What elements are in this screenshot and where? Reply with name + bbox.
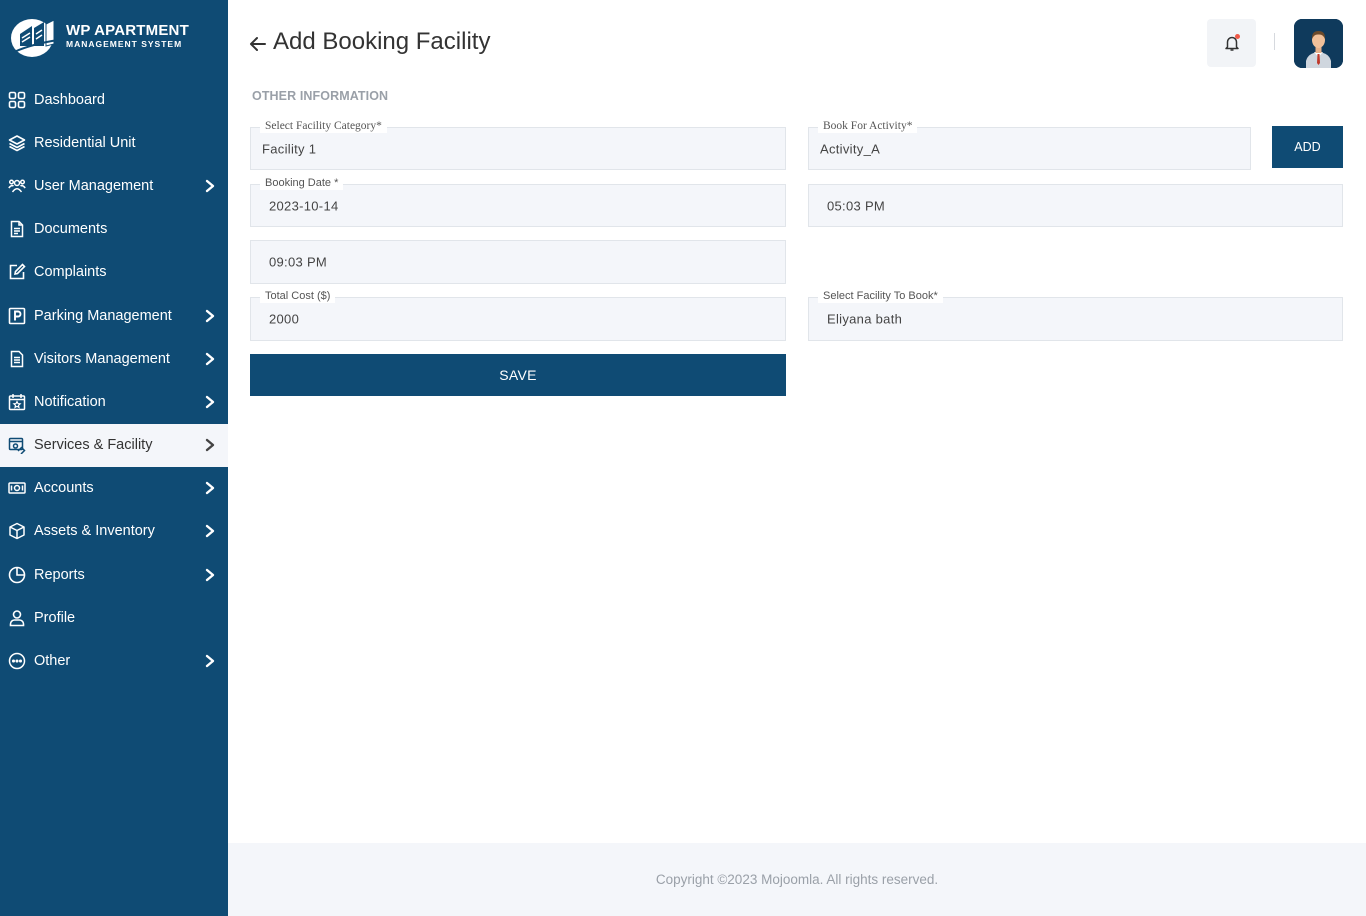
logo-title: WP APARTMENT — [66, 21, 189, 39]
logo-subtitle: MANAGEMENT SYSTEM — [66, 38, 183, 49]
facility-category-label: Select Facility Category* — [260, 119, 387, 133]
sidebar-item-parking-management[interactable]: Parking Management — [0, 294, 228, 337]
sidebar-item-label: Services & Facility — [34, 437, 153, 454]
sidebar-nav: Dashboard Residential Unit User Manageme… — [0, 78, 228, 683]
chevron-right-icon — [205, 438, 215, 452]
sidebar-item-assets-inventory[interactable]: Assets & Inventory — [0, 510, 228, 553]
facility-to-book-value: Eliyana bath — [827, 311, 903, 327]
facility-category-select[interactable]: Select Facility Category* Facility 1 — [250, 119, 786, 170]
chevron-right-icon — [205, 179, 215, 193]
user-avatar-icon — [1294, 19, 1343, 68]
sidebar-item-label: User Management — [34, 177, 154, 194]
app-logo[interactable]: WP APARTMENT MANAGEMENT SYSTEM — [10, 12, 220, 60]
sidebar-item-notification[interactable]: Notification — [0, 380, 228, 423]
clipboard-icon — [8, 350, 26, 368]
sidebar-item-label: Dashboard — [34, 91, 105, 108]
chevron-right-icon — [205, 525, 215, 538]
copyright-text: Copyright ©2023 Mojoomla. All rights res… — [655, 872, 939, 887]
sidebar-item-label: Notification — [34, 393, 106, 410]
sidebar-item-label: Profile — [34, 609, 76, 626]
notification-dot — [1235, 34, 1240, 39]
sidebar-item-label: Assets & Inventory — [34, 523, 155, 540]
sidebar-item-label: Visitors Management — [34, 350, 170, 367]
end-time-value: 09:03 PM — [269, 254, 328, 270]
layers-icon — [8, 134, 26, 152]
booking-date-value: 2023-10-14 — [269, 198, 339, 213]
facility-to-book-label: Select Facility To Book* — [818, 289, 943, 303]
grid-icon — [8, 91, 26, 109]
sidebar-item-label: Parking Management — [34, 307, 172, 324]
sidebar-item-label: Complaints — [34, 264, 107, 281]
more-icon — [8, 652, 26, 670]
sidebar-item-label: Documents — [34, 221, 108, 238]
activity-label: Book For Activity* — [818, 119, 918, 133]
sidebar-item-visitors-management[interactable]: Visitors Management — [0, 337, 228, 380]
chevron-right-icon — [205, 309, 215, 322]
services-icon — [8, 436, 26, 455]
sidebar-item-reports[interactable]: Reports — [0, 553, 228, 596]
document-icon — [8, 220, 26, 238]
end-time-field[interactable]: 09:03 PM — [250, 240, 786, 284]
sidebar-item-label: Other — [34, 653, 71, 670]
sidebar: WP APARTMENT MANAGEMENT SYSTEM Dashboard… — [0, 0, 228, 916]
booking-date-field[interactable]: Booking Date * 2023-10-14 — [250, 176, 786, 227]
chevron-right-icon — [205, 568, 215, 581]
sidebar-item-label: Accounts — [34, 480, 94, 497]
logo-text: WP APARTMENT MANAGEMENT SYSTEM — [66, 21, 189, 50]
money-icon — [8, 479, 26, 497]
footer: Copyright ©2023 Mojoomla. All rights res… — [228, 843, 1366, 916]
activity-value: Activity_A — [820, 141, 881, 156]
booking-date-label: Booking Date * — [260, 176, 344, 190]
sidebar-item-label: Residential Unit — [34, 134, 136, 151]
facility-category-value: Facility 1 — [262, 141, 317, 156]
sidebar-item-services-facility[interactable]: Services & Facility — [0, 423, 228, 467]
sidebar-item-documents[interactable]: Documents — [0, 208, 228, 251]
chevron-right-icon — [205, 352, 215, 365]
avatar[interactable] — [1294, 19, 1343, 68]
users-icon — [8, 177, 26, 195]
sidebar-item-accounts[interactable]: Accounts — [0, 467, 228, 510]
sidebar-item-other[interactable]: Other — [0, 639, 228, 682]
start-time-field[interactable]: 05:03 PM — [808, 184, 1343, 227]
chevron-right-icon — [205, 482, 215, 495]
section-title: OTHER INFORMATION — [252, 89, 389, 103]
total-cost-value: 2000 — [269, 311, 300, 327]
chevron-right-icon — [205, 395, 215, 409]
sidebar-item-residential-unit[interactable]: Residential Unit — [0, 121, 228, 164]
notification-button[interactable] — [1207, 19, 1256, 67]
person-icon — [8, 609, 26, 627]
add-activity-button[interactable]: ADD — [1272, 126, 1343, 168]
activity-select[interactable]: Book For Activity* Activity_A — [808, 119, 1251, 170]
sidebar-item-profile[interactable]: Profile — [0, 596, 228, 639]
box-icon — [8, 522, 26, 540]
page-title: Add Booking Facility — [273, 28, 491, 55]
building-logo-icon — [10, 14, 62, 58]
back-arrow-icon[interactable] — [248, 34, 268, 54]
edit-icon — [8, 263, 26, 281]
total-cost-label: Total Cost ($) — [260, 289, 336, 303]
start-time-value: 05:03 PM — [827, 198, 886, 213]
facility-to-book-select[interactable]: Select Facility To Book* Eliyana bath — [808, 289, 1343, 341]
sidebar-item-complaints[interactable]: Complaints — [0, 251, 228, 294]
save-button[interactable]: SAVE — [250, 354, 786, 396]
total-cost-field[interactable]: Total Cost ($) 2000 — [250, 289, 786, 341]
sidebar-item-dashboard[interactable]: Dashboard — [0, 78, 228, 121]
sidebar-item-user-management[interactable]: User Management — [0, 164, 228, 207]
parking-icon — [8, 307, 26, 325]
sidebar-item-label: Reports — [34, 566, 85, 583]
calendar-star-icon — [8, 393, 26, 411]
chevron-right-icon — [205, 654, 215, 668]
pie-chart-icon — [8, 566, 26, 584]
header-divider — [1274, 33, 1275, 50]
